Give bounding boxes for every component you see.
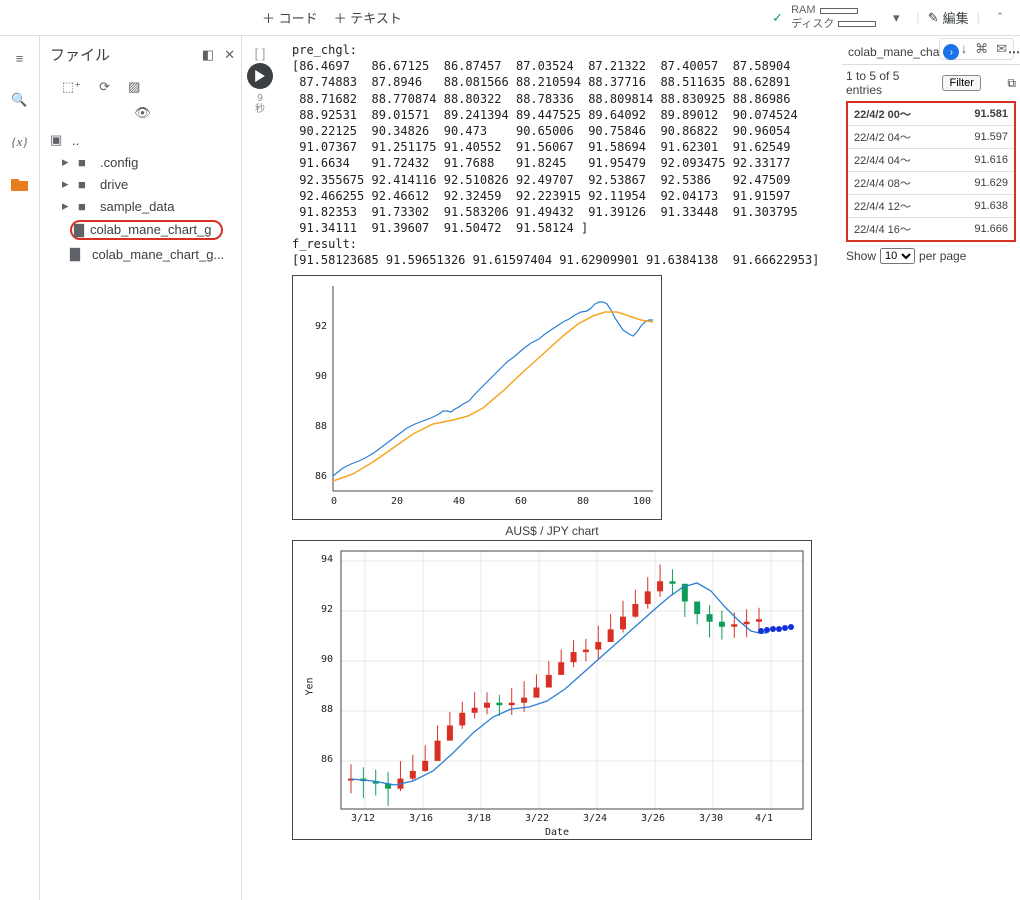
ytick: 92: [315, 321, 327, 332]
inspector-panel: colab_mane_cha › ⋯ 1 to 5 of 5 entries F…: [842, 42, 1020, 268]
topbar: ＋ コード ＋ テキスト ✓ RAM ディスク ▾ | ✎ 編集 | ˆ: [0, 0, 1020, 36]
xtick: 3/16: [409, 813, 433, 824]
chart-2: 86 88 90 92 94 3/12 3/16 3/18 3/22 3/24 …: [292, 540, 812, 840]
ytick: 90: [315, 371, 327, 382]
variables-icon[interactable]: {x}: [8, 130, 32, 154]
fresult-values: [91.58123685 91.59651326 91.61597404 91.…: [292, 252, 830, 268]
chevron-up-icon[interactable]: ˆ: [988, 6, 1012, 30]
tree-folder-drive[interactable]: ▸ ■ drive: [48, 173, 237, 195]
ytick: 90: [321, 654, 333, 665]
refresh-icon[interactable]: ⟳: [99, 79, 110, 95]
folder-up-icon: ▣: [50, 132, 66, 148]
chevron-down-icon[interactable]: ▾: [884, 6, 908, 30]
fresult-label: f_result:: [292, 236, 830, 252]
table-row[interactable]: 22/4/4 12〜91.638: [847, 195, 1015, 218]
pre-chg-values: [86.4697 86.67125 86.87457 87.03524 87.2…: [292, 58, 830, 236]
mount-drive-icon[interactable]: ▨: [128, 79, 140, 95]
tree-folder-config[interactable]: ▸ ■ .config: [48, 151, 237, 173]
notebook-area[interactable]: [ ] 9秒 ↑ ↓ ⌘ ✉ pre_chgl: [86.4697 86.671…: [242, 36, 1020, 900]
file-icon: ▇: [70, 246, 86, 262]
chevron-right-icon: ▸: [62, 198, 72, 214]
file-tree: ▣ .. ▸ ■ .config ▸ ■ drive ▸ ■ sample_da…: [48, 129, 237, 265]
copy-icon[interactable]: ⧉: [1007, 76, 1016, 91]
close-icon[interactable]: ✕: [224, 47, 235, 63]
cell-bracket-icon[interactable]: [ ]: [255, 46, 266, 61]
table-row[interactable]: 22/4/2 00〜91.581: [847, 102, 1015, 126]
data-table: 22/4/2 00〜91.581 22/4/2 04〜91.597 22/4/4…: [846, 101, 1016, 242]
xtick: 3/30: [699, 813, 723, 824]
resource-indicator[interactable]: RAM ディスク: [791, 4, 876, 30]
exec-time: 9秒: [255, 93, 265, 115]
ytick: 94: [321, 554, 333, 565]
check-icon: ✓: [772, 10, 783, 26]
ram-bar: [820, 8, 858, 14]
xtick: 3/22: [525, 813, 549, 824]
ylabel: Yen: [305, 677, 316, 695]
left-rail: ≡ 🔍 {x}: [0, 36, 40, 900]
folder-icon: ■: [78, 155, 94, 170]
menu-icon[interactable]: ≡: [8, 46, 32, 70]
file-icon: ▇: [74, 222, 90, 238]
xlabel: Date: [545, 827, 569, 838]
more-icon[interactable]: ⋯: [1008, 45, 1020, 59]
chart2-title: AUS$ / JPY chart: [292, 524, 812, 538]
page-size-select[interactable]: 10: [880, 248, 915, 264]
xtick: 40: [453, 496, 465, 507]
xtick: 60: [515, 496, 527, 507]
ytick: 88: [315, 421, 327, 432]
disk-bar: [838, 21, 876, 27]
inspector-tab-label[interactable]: colab_mane_cha: [848, 45, 939, 59]
search-icon[interactable]: 🔍: [8, 88, 32, 112]
ytick: 86: [315, 471, 327, 482]
xtick: 100: [633, 496, 651, 507]
xtick: 80: [577, 496, 589, 507]
disk-label: ディスク: [791, 18, 834, 31]
xtick: 3/26: [641, 813, 665, 824]
chart-1: 86 88 90 92 0 20 40 60 80 100: [292, 275, 662, 520]
add-code-button[interactable]: ＋ コード: [262, 8, 318, 27]
show-label: Show: [846, 249, 876, 263]
eye-icon[interactable]: 👁: [134, 105, 151, 121]
tree-file-selected[interactable]: ▇ colab_mane_chart_g: [48, 217, 237, 243]
xtick: 3/24: [583, 813, 607, 824]
table-row[interactable]: 22/4/2 04〜91.597: [847, 126, 1015, 149]
entries-text: 1 to 5 of 5 entries: [846, 69, 916, 97]
tree-folder-sample-data[interactable]: ▸ ■ sample_data: [48, 195, 237, 217]
file-panel-title: ファイル: [50, 44, 110, 65]
tree-parent[interactable]: ▣ ..: [48, 129, 237, 151]
chevron-right-icon: ▸: [62, 154, 72, 170]
filter-button[interactable]: Filter: [942, 75, 980, 91]
ytick: 92: [321, 604, 333, 615]
pre-chg-label: pre_chgl:: [292, 42, 830, 58]
run-cell-button[interactable]: [247, 63, 273, 89]
xtick: 4/1: [755, 813, 773, 824]
file-panel: ファイル ◧ ✕ ⬚⁺ ⟳ ▨ 👁 ▣ .. ▸ ■ .config ▸: [40, 36, 242, 900]
folder-icon: ■: [78, 177, 94, 192]
ram-label: RAM: [791, 4, 815, 17]
xtick: 0: [331, 496, 337, 507]
xtick: 3/18: [467, 813, 491, 824]
new-window-icon[interactable]: ◧: [202, 47, 214, 63]
files-icon[interactable]: [8, 172, 32, 196]
chevron-right-icon[interactable]: ›: [943, 44, 959, 60]
pencil-icon: ✎: [928, 10, 939, 26]
ytick: 88: [321, 704, 333, 715]
xtick: 20: [391, 496, 403, 507]
edit-button[interactable]: ✎ 編集: [928, 8, 969, 27]
folder-icon: ■: [78, 199, 94, 214]
upload-icon[interactable]: ⬚⁺: [62, 79, 81, 95]
per-page-label: per page: [919, 249, 966, 263]
chevron-right-icon: ▸: [62, 176, 72, 192]
table-row[interactable]: 22/4/4 08〜91.629: [847, 172, 1015, 195]
xtick: 3/12: [351, 813, 375, 824]
table-row[interactable]: 22/4/4 16〜91.666: [847, 218, 1015, 242]
tree-file-2[interactable]: ▇ colab_mane_chart_g...: [48, 243, 237, 265]
table-row[interactable]: 22/4/4 04〜91.616: [847, 149, 1015, 172]
ytick: 86: [321, 754, 333, 765]
add-text-button[interactable]: ＋ テキスト: [334, 8, 402, 27]
